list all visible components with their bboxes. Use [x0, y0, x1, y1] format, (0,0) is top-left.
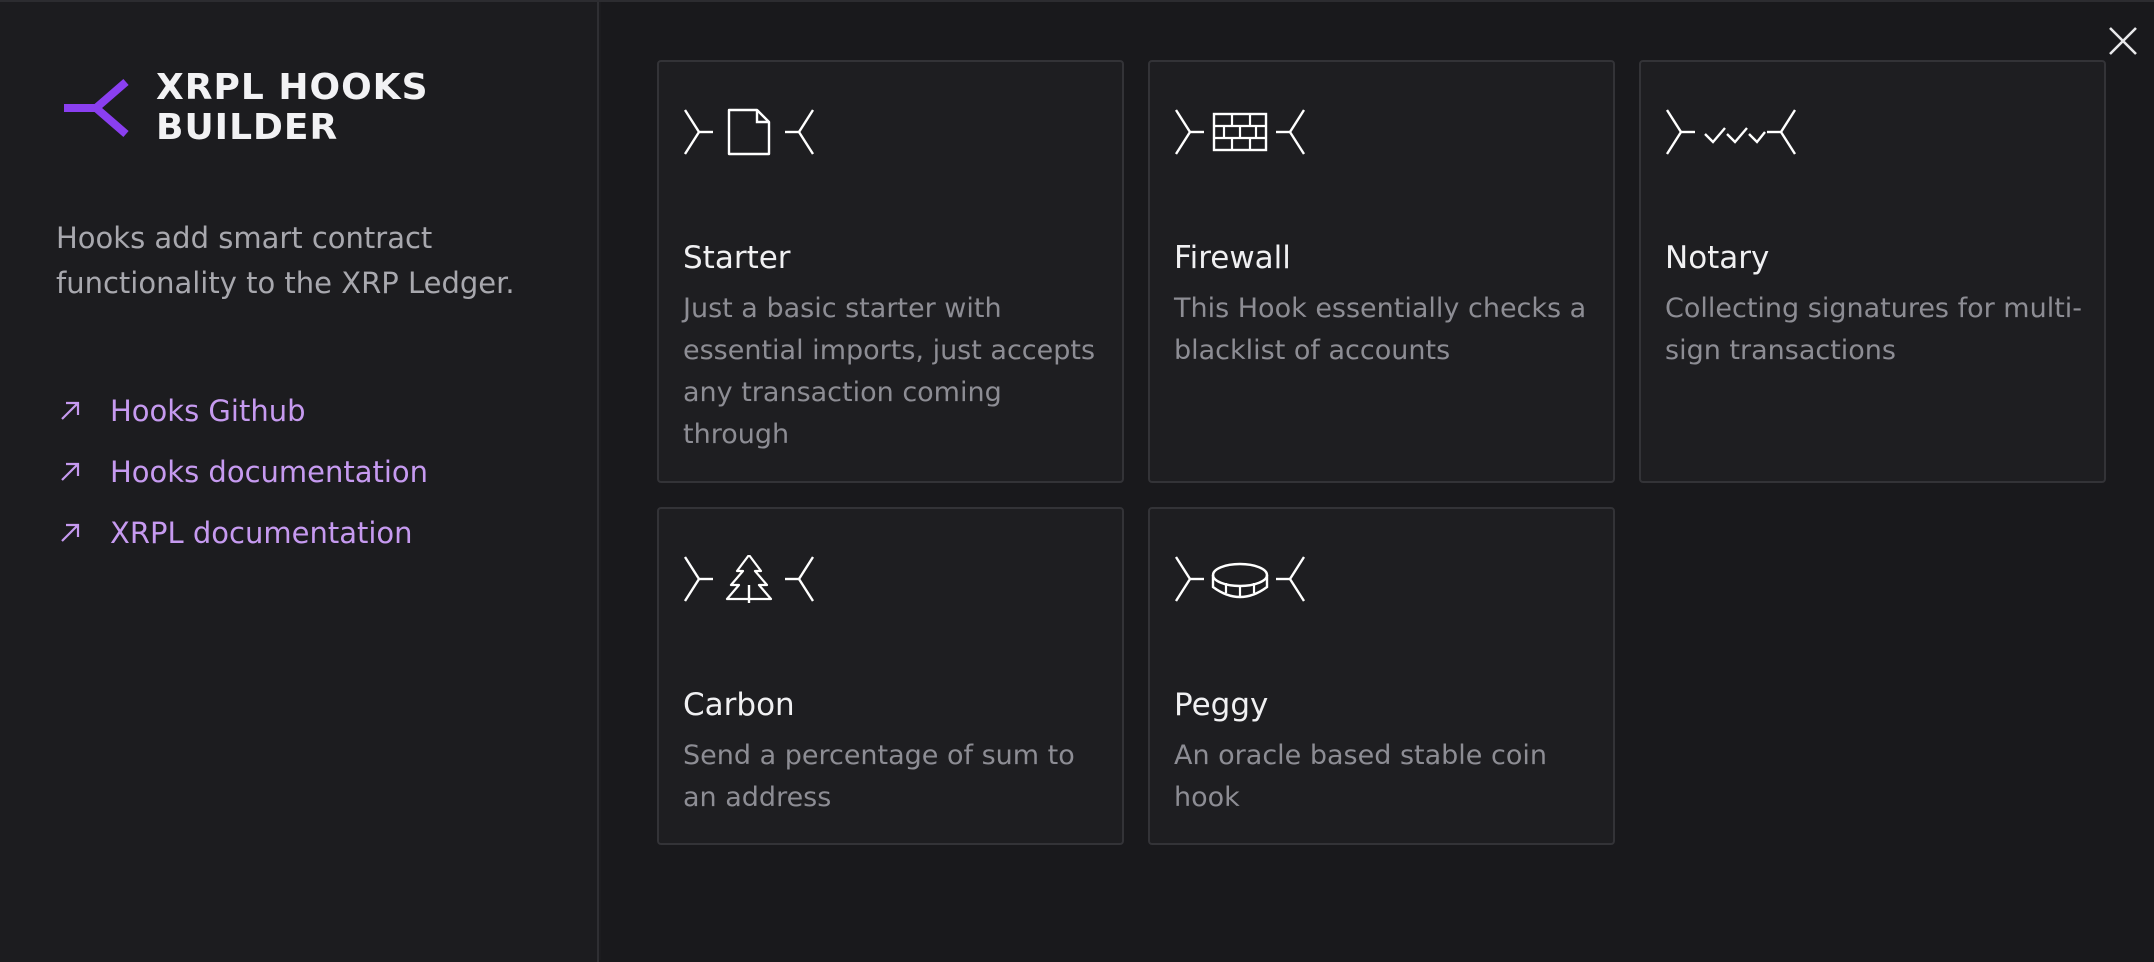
link-hooks-github[interactable]: Hooks Github: [56, 380, 428, 441]
xrpl-hooks-logo-icon: [64, 78, 129, 138]
card-description: An oracle based stable coin hook: [1174, 740, 1547, 813]
card-title: Starter: [683, 240, 791, 276]
card-description: Send a percentage of sum to an address: [683, 740, 1075, 813]
card-description: Just a basic starter with essential impo…: [683, 293, 1096, 450]
arrow-up-right-icon: [61, 523, 80, 542]
template-picker-modal: XRPL HOOKS BUILDER Hooks add smart contr…: [0, 0, 2154, 962]
link-xrpl-documentation[interactable]: XRPL documentation: [56, 502, 428, 563]
card-title: Peggy: [1174, 687, 1269, 723]
close-icon[interactable]: [2106, 24, 2140, 58]
brand: XRPL HOOKS BUILDER: [60, 68, 456, 148]
coin-icon: [1174, 556, 1306, 602]
checkmarks-icon: [1665, 109, 1797, 155]
link-hooks-documentation[interactable]: Hooks documentation: [56, 441, 428, 502]
sidebar: XRPL HOOKS BUILDER Hooks add smart contr…: [0, 2, 599, 962]
card-title: Firewall: [1174, 240, 1291, 276]
brand-title: XRPL HOOKS BUILDER: [156, 67, 429, 148]
arrow-up-right-icon: [61, 462, 80, 481]
external-links: Hooks Github Hooks documentation XRPL do…: [56, 380, 428, 563]
card-description: Collecting signatures for multi-sign tra…: [1665, 293, 2083, 366]
document-icon: [683, 108, 815, 156]
arrow-up-right-icon: [61, 401, 80, 420]
template-card-notary[interactable]: Notary Collecting signatures for multi-s…: [1639, 60, 2106, 483]
template-card-carbon[interactable]: Carbon Send a percentage of sum to an ad…: [657, 507, 1124, 845]
card-title: Notary: [1665, 240, 1770, 276]
template-card-peggy[interactable]: Peggy An oracle based stable coin hook: [1148, 507, 1615, 845]
card-description: This Hook essentially checks a blacklist…: [1174, 293, 1587, 366]
card-title: Carbon: [683, 687, 795, 723]
link-label: Hooks documentation: [110, 454, 429, 489]
link-label: Hooks Github: [110, 393, 306, 428]
template-card-firewall[interactable]: Firewall This Hook essentially checks a …: [1148, 60, 1615, 483]
template-grid: Starter Just a basic starter with essent…: [601, 2, 2154, 962]
firewall-icon: [1174, 109, 1306, 155]
tree-icon: [683, 555, 815, 603]
sidebar-tagline: Hooks add smart contract functionality t…: [56, 221, 515, 300]
link-label: XRPL documentation: [110, 515, 413, 550]
template-card-starter[interactable]: Starter Just a basic starter with essent…: [657, 60, 1124, 483]
